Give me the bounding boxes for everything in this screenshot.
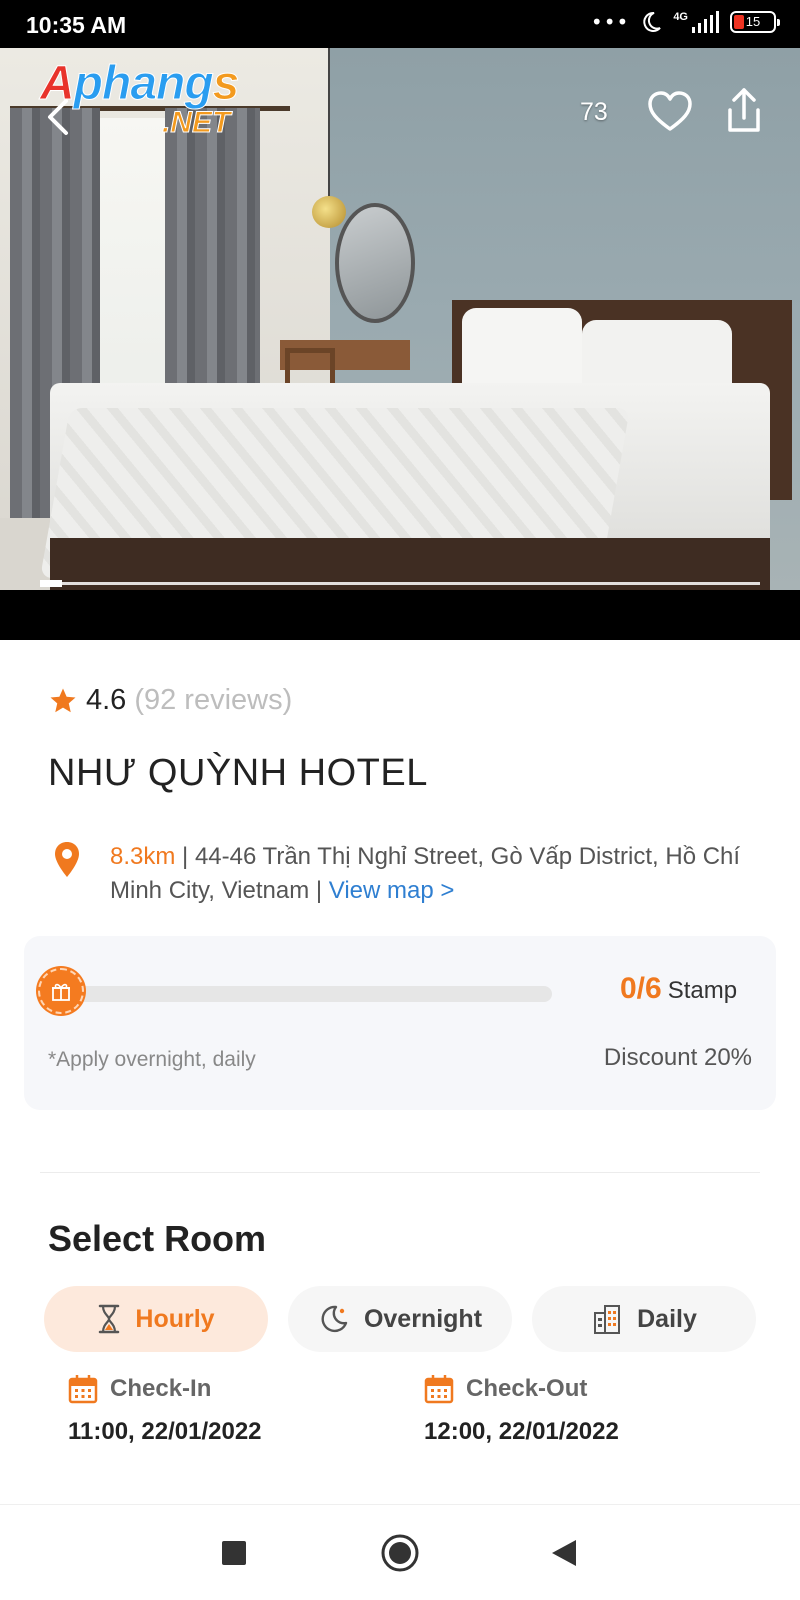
- distance: 8.3km: [110, 843, 176, 870]
- stamp-note: *Apply overnight, daily: [48, 1048, 256, 1071]
- calendar-icon: [68, 1375, 98, 1404]
- system-back-button[interactable]: [540, 1529, 588, 1577]
- tab-overnight-label: Overnight: [363, 1304, 483, 1333]
- stamp-count: 0/6: [620, 972, 662, 1005]
- home-icon: [381, 1534, 419, 1572]
- building-icon: [594, 1305, 621, 1334]
- check-out-time: 12:00, 22/01/2022: [424, 1418, 619, 1445]
- view-map-link[interactable]: View map >: [329, 877, 455, 904]
- back-icon: [48, 99, 68, 135]
- recent-apps-icon: [222, 1541, 246, 1565]
- stamp-discount: Discount 20%: [603, 1044, 752, 1071]
- more-dots-icon: •••: [590, 10, 630, 34]
- stamp-label: Stamp: [667, 977, 738, 1004]
- review-count: (92 reviews): [134, 684, 293, 716]
- stamp-progress-track: [64, 986, 552, 1002]
- moon-icon: [643, 11, 662, 32]
- hotel-name: NHƯ QUỲNH HOTEL: [48, 752, 428, 794]
- gift-badge: [38, 968, 84, 1014]
- address-text: 8.3km | 44-46 Trần Thị Nghỉ Street, Gò V…: [110, 840, 770, 908]
- back-triangle-icon: [552, 1540, 576, 1566]
- location-pin-icon: [55, 842, 79, 877]
- rating-row[interactable]: 4.6 (92 reviews): [48, 684, 292, 717]
- hotel-photo-carousel[interactable]: Aphangs .NET 73: [0, 48, 800, 640]
- stamp-card[interactable]: 0/6 Stamp *Apply overnight, daily Discoun…: [24, 936, 776, 1110]
- check-in-header: Check-In: [68, 1374, 368, 1404]
- check-in-label: Check-In: [110, 1375, 212, 1402]
- battery-level: 15: [745, 14, 761, 29]
- tab-daily[interactable]: Daily: [532, 1286, 756, 1352]
- status-icons: ••• 4G 15: [590, 10, 780, 34]
- system-nav-bar: [0, 1504, 800, 1600]
- photo-progress-fill: [40, 580, 62, 587]
- status-bar: 10:35 AM ••• 4G 15: [0, 0, 800, 48]
- address-separator-2: |: [309, 877, 329, 904]
- booking-type-tabs: Hourly Overnight Daily: [44, 1286, 756, 1352]
- tab-hourly[interactable]: Hourly: [44, 1286, 268, 1352]
- status-time: 10:35 AM: [26, 12, 127, 38]
- tab-daily-label: Daily: [637, 1304, 697, 1333]
- star-icon: [50, 688, 76, 712]
- check-out-header: Check-Out: [424, 1374, 724, 1404]
- hourglass-icon: [99, 1304, 120, 1334]
- moon-icon: [321, 1305, 348, 1333]
- stamp-progress: 0/6 Stamp: [620, 972, 737, 1006]
- check-in-block[interactable]: Check-In 11:00, 22/01/2022: [68, 1374, 368, 1446]
- share-button[interactable]: [722, 86, 766, 136]
- signal-icon: [692, 11, 719, 33]
- rating-value: 4.6: [86, 684, 127, 716]
- favorite-button[interactable]: [646, 88, 694, 136]
- recent-apps-button[interactable]: [210, 1529, 258, 1577]
- tab-overnight[interactable]: Overnight: [288, 1286, 512, 1352]
- battery-icon: 15: [730, 11, 780, 33]
- tab-hourly-label: Hourly: [135, 1304, 215, 1333]
- heart-icon: [648, 91, 692, 131]
- select-room-title: Select Room: [48, 1218, 267, 1259]
- calendar-icon: [424, 1375, 454, 1404]
- gift-icon: [52, 983, 70, 1001]
- favorite-count: 73: [580, 98, 608, 126]
- check-out-block[interactable]: Check-Out 12:00, 22/01/2022: [424, 1374, 724, 1446]
- address-separator: |: [175, 843, 195, 870]
- photo-progress-track: [40, 580, 760, 587]
- section-divider: [40, 1172, 760, 1173]
- home-button[interactable]: [376, 1529, 424, 1577]
- share-icon: [728, 88, 760, 132]
- logo-subtext: .NET: [161, 106, 231, 140]
- network-type: 4G: [673, 11, 688, 23]
- check-out-label: Check-Out: [466, 1375, 588, 1402]
- back-button[interactable]: [38, 92, 78, 142]
- check-in-time: 11:00, 22/01/2022: [68, 1418, 262, 1445]
